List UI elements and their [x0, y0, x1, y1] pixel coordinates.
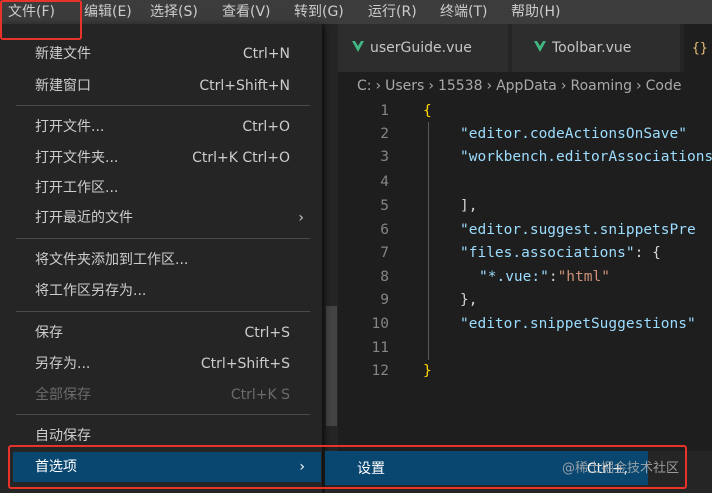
tab-label: Toolbar.vue	[552, 40, 632, 56]
breadcrumb-item[interactable]: Roaming	[570, 78, 632, 94]
chevron-right-icon: ›	[298, 210, 304, 226]
menu-item-open-file[interactable]: 打开文件... Ctrl+O	[13, 113, 310, 141]
menu-item-label: 新建窗口	[35, 78, 91, 94]
menu-edit[interactable]: 编辑(E)	[84, 0, 132, 24]
menu-bar: 文件(F) 编辑(E) 选择(S) 查看(V) 转到(G) 运行(R) 终端(T…	[0, 0, 712, 24]
code-text: "editor.snippetSuggestions"	[460, 316, 696, 332]
chevron-right-icon: ›	[428, 78, 434, 94]
code-line: 5],	[325, 195, 712, 218]
menu-item-label: 将文件夹添加到工作区...	[35, 252, 189, 268]
chevron-right-icon: ›	[560, 78, 567, 94]
code-text: "workbench.editorAssociations	[460, 149, 712, 165]
menu-item-label: 打开工作区...	[35, 180, 119, 196]
file-menu: 新建文件 Ctrl+N 新建窗口 Ctrl+Shift+N 打开文件... Ctrl+…	[0, 24, 322, 493]
menu-item-new-window[interactable]: 新建窗口 Ctrl+Shift+N	[13, 72, 310, 100]
json-punct: :	[548, 269, 558, 285]
code-text: "editor.suggest.snippetsPre	[460, 222, 696, 238]
menu-selection[interactable]: 选择(S)	[150, 0, 198, 24]
highlight-box-preferences	[8, 445, 687, 489]
menu-item-label: 保存	[35, 325, 63, 341]
breadcrumb-item[interactable]: AppData	[496, 78, 557, 94]
code-line: 8 "*.vue:":"html"	[325, 266, 712, 289]
menu-item-open-workspace[interactable]: 打开工作区...	[13, 174, 310, 202]
tab-settings-json[interactable]: {}	[684, 24, 712, 72]
breadcrumb-item[interactable]: Code	[646, 78, 682, 94]
code-line: 2 "editor.codeActionsOnSave"	[325, 123, 712, 146]
highlight-box-file-menu	[0, 0, 82, 40]
menu-run[interactable]: 运行(R)	[368, 0, 417, 24]
menu-view[interactable]: 查看(V)	[222, 0, 271, 24]
menu-item-shortcut: Ctrl+O	[242, 119, 290, 135]
code-line: 1{	[325, 100, 712, 123]
code-line: 7 "files.associations": {	[325, 242, 712, 265]
menu-go[interactable]: 转到(G)	[294, 0, 344, 24]
scrollbar-thumb[interactable]	[326, 306, 337, 426]
vue-icon	[352, 41, 364, 52]
menu-item-shortcut: Ctrl+Shift+N	[199, 78, 290, 94]
code-line: 6 "editor.suggest.snippetsPre	[325, 219, 712, 242]
breadcrumb-item[interactable]: 15538	[438, 78, 483, 94]
menu-item-label: 另存为...	[35, 356, 91, 372]
menu-item-save-workspace-as[interactable]: 将工作区另存为...	[13, 277, 310, 305]
vue-icon	[534, 41, 546, 52]
menu-separator	[16, 105, 310, 106]
menu-item-label: 新建文件	[35, 46, 91, 62]
menu-item-add-folder-to-workspace[interactable]: 将文件夹添加到工作区...	[13, 246, 310, 274]
code-line: 12}	[325, 360, 712, 383]
code-text: ],	[460, 198, 478, 214]
code-text: "*.vue:":"html"	[479, 266, 610, 289]
tab-toolbar[interactable]: Toolbar.vue	[512, 24, 680, 72]
json-punct: : {	[634, 245, 661, 261]
menu-item-label: 打开最近的文件	[35, 210, 133, 226]
json-value: "html"	[557, 269, 610, 285]
menu-item-label: 打开文件...	[35, 119, 105, 135]
menu-item-shortcut: Ctrl+K S	[230, 387, 290, 403]
menu-item-new-file[interactable]: 新建文件 Ctrl+N	[13, 40, 310, 68]
chevron-right-icon: ›	[375, 78, 382, 94]
menu-item-label: 打开文件夹...	[35, 150, 119, 166]
menu-terminal[interactable]: 终端(T)	[440, 0, 487, 24]
menu-separator	[16, 311, 310, 312]
menu-separator	[16, 414, 310, 415]
menu-help[interactable]: 帮助(H)	[511, 0, 560, 24]
menu-separator	[16, 238, 310, 239]
menu-item-shortcut: Ctrl+S	[244, 325, 290, 341]
code-line: 10 "editor.snippetSuggestions"	[325, 313, 712, 336]
json-key: "*.vue:"	[479, 269, 549, 285]
code-text: }	[423, 363, 432, 379]
scrollbar[interactable]	[325, 24, 338, 493]
tab-userguide[interactable]: userGuide.vue	[338, 24, 508, 72]
code-line: 9},	[325, 289, 712, 312]
code-editor[interactable]: 1{ 2 "editor.codeActionsOnSave" 3 "workben…	[325, 100, 712, 493]
menu-item-shortcut: Ctrl+K Ctrl+O	[192, 150, 290, 166]
breadcrumb-item[interactable]: C:	[357, 78, 372, 94]
menu-item-shortcut: Ctrl+Shift+S	[200, 356, 290, 372]
menu-item-label: 全部保存	[35, 387, 91, 403]
code-text: "files.associations": {	[460, 242, 661, 265]
menu-item-label: 将工作区另存为...	[35, 283, 147, 299]
menu-item-open-recent[interactable]: 打开最近的文件 ›	[13, 204, 310, 232]
code-text: {	[423, 103, 432, 119]
code-line: 4	[325, 171, 712, 194]
code-text: },	[460, 292, 478, 308]
breadcrumb: C: › Users › 15538 › AppData › Roaming › Code	[325, 72, 712, 100]
menu-item-save-as[interactable]: 另存为... Ctrl+Shift+S	[13, 350, 310, 378]
json-braces-icon: {}	[692, 41, 708, 56]
breadcrumb-item[interactable]: Users	[385, 78, 424, 94]
code-line: 11	[325, 337, 712, 360]
chevron-right-icon: ›	[636, 78, 642, 94]
menu-item-save[interactable]: 保存 Ctrl+S	[13, 319, 310, 347]
tab-label: userGuide.vue	[370, 40, 472, 56]
menu-item-shortcut: Ctrl+N	[242, 46, 290, 62]
code-text: "editor.codeActionsOnSave"	[460, 126, 687, 142]
json-key: "files.associations"	[460, 245, 635, 261]
chevron-right-icon: ›	[486, 78, 493, 94]
menu-item-save-all: 全部保存 Ctrl+K S	[13, 381, 310, 409]
indent-guide	[428, 122, 429, 360]
menu-item-open-folder[interactable]: 打开文件夹... Ctrl+K Ctrl+O	[13, 144, 310, 172]
code-line: 3 "workbench.editorAssociations	[325, 146, 712, 169]
